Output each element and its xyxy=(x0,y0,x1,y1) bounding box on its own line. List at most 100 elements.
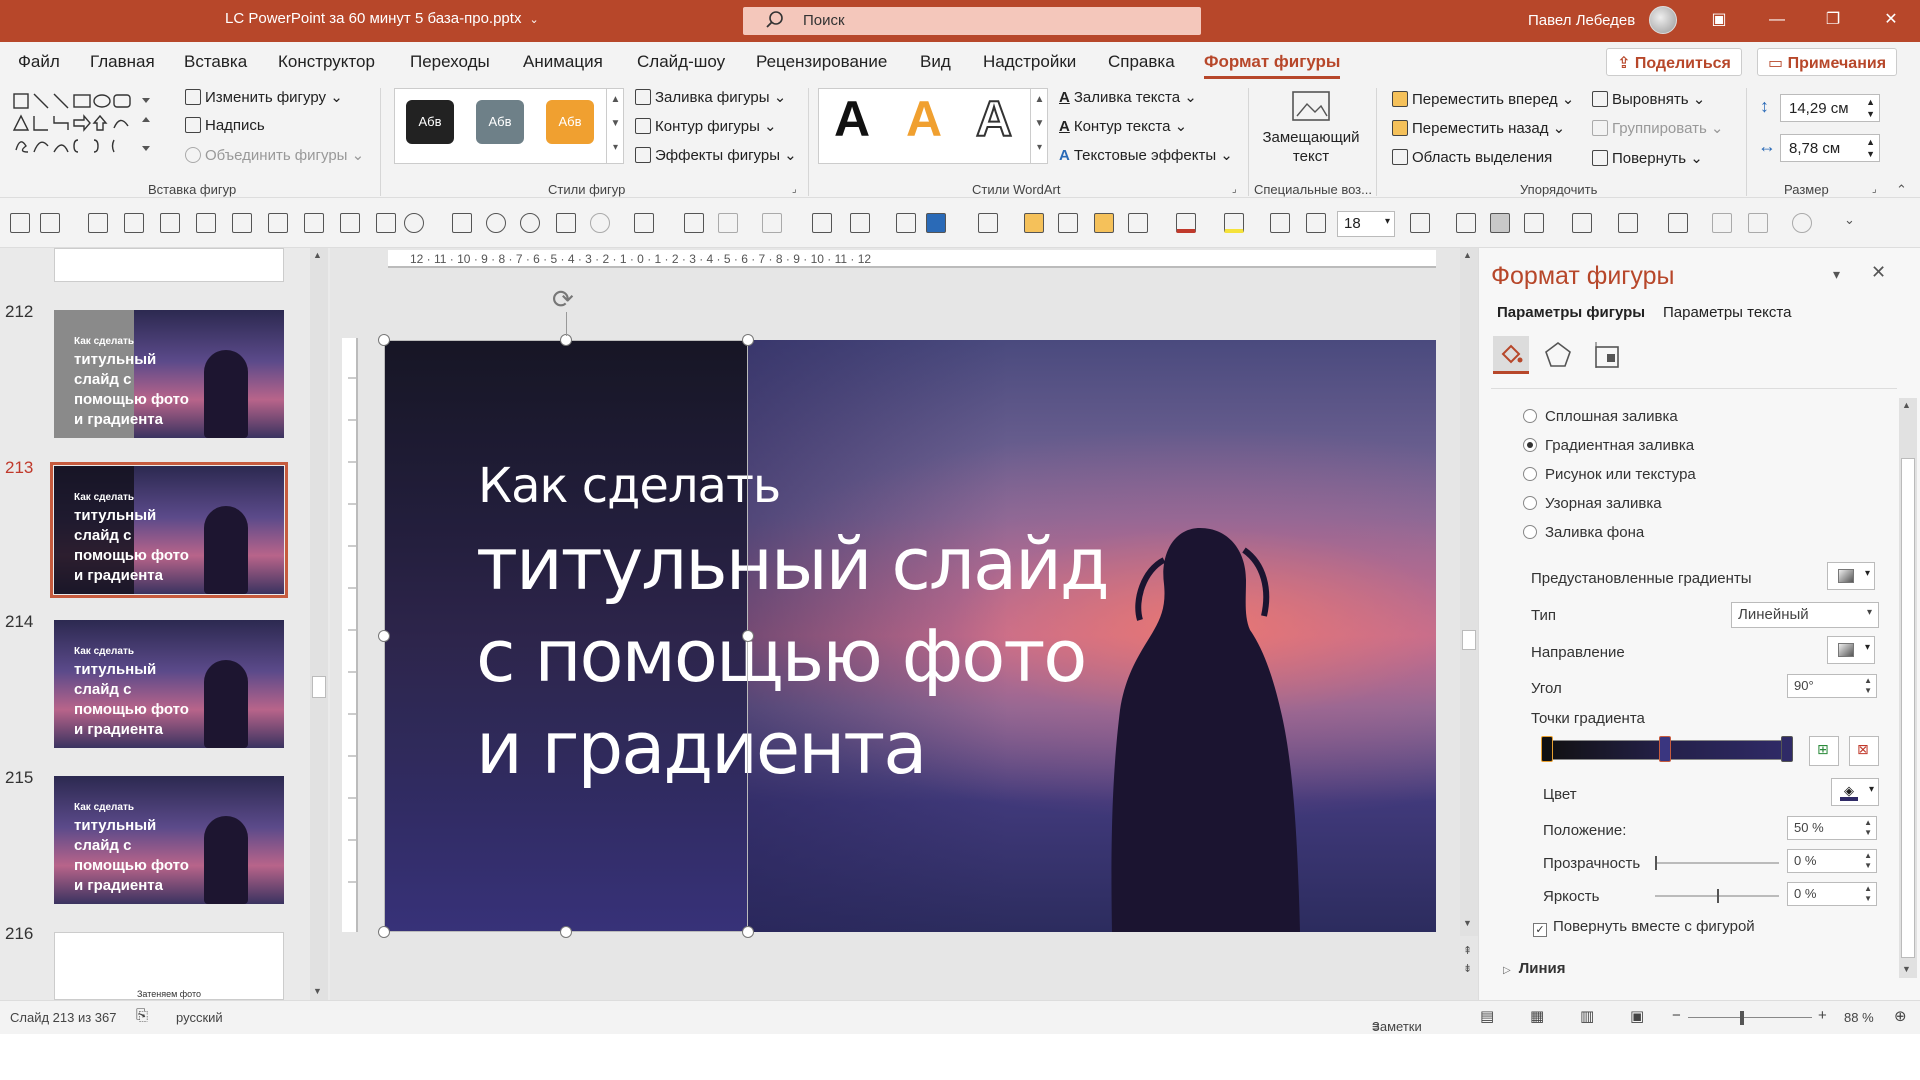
grid-icon[interactable] xyxy=(1748,213,1768,233)
crop-icon[interactable] xyxy=(684,213,704,233)
tab-addins[interactable]: Надстройки xyxy=(983,52,1076,72)
transparency-field[interactable]: 0 % ▲ ▼ xyxy=(1787,849,1877,873)
replace-icon[interactable] xyxy=(1668,213,1688,233)
fit-slide-icon[interactable]: ⊕ xyxy=(1894,1007,1907,1025)
shape-height-field[interactable]: 14,29 см ▲ ▼ xyxy=(1780,94,1880,122)
send-backward-button[interactable]: Переместить назад ⌄ xyxy=(1392,119,1565,137)
radio-background-fill[interactable]: Заливка фона xyxy=(1523,524,1644,541)
dialog-launcher-icon[interactable]: ⌟ xyxy=(1232,184,1237,195)
alt-text-button[interactable]: Замещающий текст xyxy=(1256,90,1366,178)
slider-thumb[interactable] xyxy=(1717,889,1719,903)
align-text-left-icon[interactable] xyxy=(1456,213,1476,233)
arrange-icon[interactable] xyxy=(1094,213,1114,233)
ribbon-display-icon[interactable]: ▣ xyxy=(1706,8,1732,32)
font-size-field[interactable]: 18 ▾ xyxy=(1337,211,1395,237)
text-box-icon[interactable] xyxy=(452,213,472,233)
remove-stop-button[interactable]: ⊠ xyxy=(1849,736,1879,766)
slide-canvas[interactable]: Как сделать титульный слайд с помощью фо… xyxy=(384,340,1436,932)
slide-thumbnail-213[interactable]: Как сделать титульный слайд с помощью фо… xyxy=(54,466,284,594)
checkbox-checked[interactable]: ✓ xyxy=(1533,923,1547,937)
shape-icon[interactable] xyxy=(634,213,654,233)
brightness-icon[interactable] xyxy=(718,213,738,233)
align-text-center-icon[interactable] xyxy=(1490,213,1510,233)
spinner-icon[interactable]: ▲ ▼ xyxy=(1864,818,1872,838)
scroll-up-icon[interactable]: ▲ xyxy=(1902,400,1911,410)
zoom-out-icon[interactable]: − xyxy=(1672,1007,1681,1024)
fill-color-icon[interactable] xyxy=(850,213,870,233)
resize-handle-bottom[interactable] xyxy=(560,926,572,938)
table-icon[interactable] xyxy=(1712,213,1732,233)
rotate-handle-icon[interactable]: ⟳ xyxy=(552,284,574,315)
size-properties-tab[interactable] xyxy=(1589,338,1623,372)
pen-icon[interactable] xyxy=(1618,213,1638,233)
spinner-icon[interactable]: ▲ ▼ xyxy=(1866,136,1875,160)
fill-line-tab[interactable] xyxy=(1493,336,1529,374)
customize-toolbar-icon[interactable]: ⌄ xyxy=(1844,212,1855,228)
chevron-down-icon[interactable]: ▾ xyxy=(1385,216,1390,227)
dialog-launcher-icon[interactable]: ⌟ xyxy=(1872,184,1877,195)
format-painter-icon[interactable] xyxy=(556,213,576,233)
restore-icon[interactable]: ❐ xyxy=(1820,8,1846,32)
text-fill-button[interactable]: A Заливка текста ⌄ xyxy=(1059,88,1197,106)
radio-pattern-fill[interactable]: Узорная заливка xyxy=(1523,495,1662,512)
shapes-icon[interactable] xyxy=(404,213,424,233)
tab-insert[interactable]: Вставка xyxy=(184,52,247,72)
language-indicator[interactable]: русский xyxy=(176,1010,223,1025)
slider-thumb[interactable] xyxy=(1655,856,1657,870)
scroll-down-icon[interactable]: ▼ xyxy=(1902,964,1911,974)
shape-outline-button[interactable]: Контур фигуры ⌄ xyxy=(635,117,777,135)
crosshair-icon[interactable] xyxy=(520,213,540,233)
wordart-style-outline[interactable]: A xyxy=(975,90,1013,148)
scrollbar-thumb[interactable] xyxy=(312,676,326,698)
align-bottom-icon[interactable] xyxy=(268,213,288,233)
spinner-icon[interactable]: ▲ ▼ xyxy=(1864,676,1872,696)
user-name[interactable]: Павел Лебедев xyxy=(1528,12,1635,29)
wordart-style-black[interactable]: A xyxy=(834,90,870,148)
color-picker[interactable]: ◈ ▾ xyxy=(1831,778,1879,806)
text-box-size-icon[interactable] xyxy=(1410,213,1430,233)
spinner-icon[interactable]: ▲ ▼ xyxy=(1864,851,1872,871)
add-stop-button[interactable]: ⊞ xyxy=(1809,736,1839,766)
scroll-up-icon[interactable]: ▲ xyxy=(1463,250,1472,260)
shape-style-gray[interactable]: Абв xyxy=(476,100,524,144)
spinner-icon[interactable]: ▲ ▼ xyxy=(1864,884,1872,904)
slide-thumbnail-215[interactable]: Как сделать титульный слайд с помощью фо… xyxy=(54,776,284,904)
angle-field[interactable]: 90° ▲ ▼ xyxy=(1787,674,1877,698)
tab-shape-format[interactable]: Формат фигуры xyxy=(1204,52,1341,79)
slide-thumbnail-212[interactable]: Как сделать титульный слайд с помощью фо… xyxy=(54,310,284,438)
gradient-stop-1[interactable] xyxy=(1541,736,1553,762)
align-left-icon[interactable] xyxy=(88,213,108,233)
outline-color-icon[interactable] xyxy=(978,213,998,233)
align-button[interactable]: Выровнять ⌄ xyxy=(1592,90,1705,108)
bring-front-icon[interactable] xyxy=(1024,213,1044,233)
avatar[interactable] xyxy=(1649,6,1677,34)
close-icon[interactable]: ✕ xyxy=(1871,262,1886,283)
radio-button[interactable] xyxy=(1523,496,1537,510)
effects-tab[interactable] xyxy=(1541,338,1575,372)
spinner-icon[interactable]: ▲ ▼ xyxy=(1866,96,1875,120)
edit-shape-button[interactable]: Изменить фигуру ⌄ xyxy=(185,88,343,106)
pane-scrollbar[interactable]: ▲ ▼ xyxy=(1899,398,1917,978)
reading-view-icon[interactable]: ▥ xyxy=(1580,1007,1594,1025)
thumbnail-211-partial[interactable] xyxy=(54,248,284,282)
chevron-down-icon[interactable]: ⌄ xyxy=(529,14,538,26)
text-outline-button[interactable]: A Контур текста ⌄ xyxy=(1059,117,1187,135)
scroll-down-icon[interactable]: ▼ xyxy=(313,986,322,996)
slide-title-small[interactable]: Как сделать xyxy=(478,458,781,514)
radio-picture-fill[interactable]: Рисунок или текстура xyxy=(1523,466,1696,483)
cycle-icon[interactable] xyxy=(1792,213,1812,233)
share-button[interactable]: ⇪ Поделиться xyxy=(1606,48,1742,76)
distribute-horizontal-icon[interactable] xyxy=(304,213,324,233)
tab-help[interactable]: Справка xyxy=(1108,52,1175,72)
send-back-icon[interactable] xyxy=(1058,213,1078,233)
tab-slideshow[interactable]: Слайд-шоу xyxy=(637,52,725,72)
shapes-gallery[interactable] xyxy=(12,90,172,160)
resize-handle-br[interactable] xyxy=(742,926,754,938)
slide-thumbnail-216[interactable]: Затеняем фото xyxy=(54,932,284,1000)
shape-style-dark[interactable]: Абв xyxy=(406,100,454,144)
scrollbar-thumb[interactable] xyxy=(1901,458,1915,958)
position-field[interactable]: 50 % ▲ ▼ xyxy=(1787,816,1877,840)
transparency-slider[interactable] xyxy=(1655,856,1779,870)
normal-view-icon[interactable]: ▤ xyxy=(1480,1007,1494,1025)
align-right-icon[interactable] xyxy=(160,213,180,233)
